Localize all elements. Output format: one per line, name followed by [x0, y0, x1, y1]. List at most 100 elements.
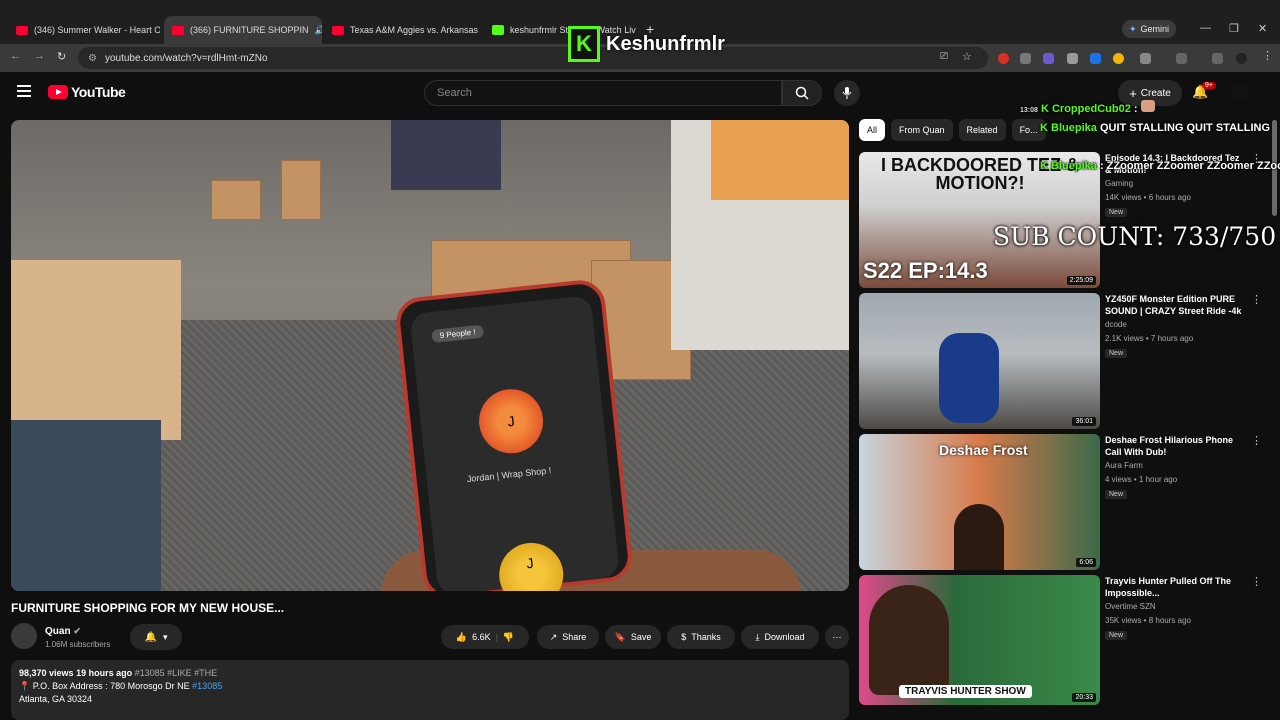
youtube-favicon-icon	[172, 25, 184, 35]
gemini-label: Gemini	[1140, 24, 1170, 34]
new-badge: New	[1105, 349, 1128, 358]
reload-icon[interactable]: ↻	[57, 50, 66, 63]
share-button[interactable]: ↗ Share	[537, 625, 599, 649]
hashtag-link[interactable]: #13085	[192, 681, 222, 691]
browser-tab-active[interactable]: (366) FURNITURE SHOPPIN 🔊 ✕	[164, 16, 322, 44]
like-button[interactable]: 👍 6.6K	[456, 632, 491, 643]
subscription-bell-button[interactable]: 🔔 ▾	[130, 624, 182, 650]
youtube-logo[interactable]: YouTube	[48, 84, 126, 100]
recommendation-item[interactable]: 36:01 YZ450F Monster Edition PURE SOUND …	[859, 293, 1269, 429]
chip-from-channel[interactable]: From Quan	[891, 119, 953, 141]
video-title: FURNITURE SHOPPING FOR MY NEW HOUSE...	[11, 601, 285, 615]
video-player[interactable]: 9 People ! J Jordan | Wrap Shop ! J	[11, 120, 849, 591]
more-options-icon[interactable]: ⋮	[1251, 575, 1262, 588]
recommendation-item[interactable]: Deshae Frost 6:06 Deshae Frost Hilarious…	[859, 434, 1269, 570]
close-window-icon[interactable]: ✕	[1258, 22, 1267, 35]
extension-icon[interactable]	[1113, 53, 1124, 64]
video-description[interactable]: 98,370 views 19 hours ago #13085 #LIKE #…	[11, 660, 849, 720]
download-icon: ⤓	[755, 631, 760, 642]
kick-favicon-icon	[492, 25, 504, 35]
recommendation-title[interactable]: Deshae Frost Hilarious Phone Call With D…	[1105, 434, 1245, 458]
chat-message: K Bluepika : ZZoomer ZZoomer ZZoomer ZZo…	[1040, 160, 1280, 172]
recommendation-channel[interactable]: Gaming	[1105, 179, 1133, 188]
thumbnail-subtext: S22 EP:14.3	[863, 258, 988, 283]
chip-related[interactable]: Related	[958, 119, 1006, 141]
channel-name[interactable]: Quan ✔	[45, 626, 81, 637]
verified-icon: ✔	[73, 626, 81, 636]
video-thumbnail[interactable]: 36:01	[859, 293, 1100, 429]
forward-icon[interactable]: →	[34, 50, 45, 62]
maximize-icon[interactable]: ❐	[1229, 22, 1239, 35]
cast-icon[interactable]: ⎚	[940, 51, 948, 62]
thumbs-down-icon[interactable]: 👎	[503, 632, 514, 643]
gemini-icon: ✦	[1128, 23, 1137, 34]
view-count: 98,370 views	[19, 668, 74, 678]
video-thumbnail[interactable]: TRAYVIS HUNTER SHOW 20:33	[859, 575, 1100, 705]
recommendation-channel[interactable]: Overtime SZN	[1105, 602, 1156, 611]
channel-subscribers: 1.06M subscribers	[45, 640, 111, 649]
recommendation-meta: 14K views • 6 hours ago	[1105, 193, 1191, 202]
extensions-puzzle-icon[interactable]	[1140, 53, 1151, 64]
new-badge: New	[1105, 490, 1128, 499]
recommendation-channel[interactable]: dcode	[1105, 320, 1127, 329]
pin-icon: 📍	[19, 681, 31, 691]
tab-label: Texas A&M Aggies vs. Arkansas	[350, 25, 479, 35]
download-button[interactable]: ⤓ Download	[741, 625, 819, 649]
recommendation-item[interactable]: TRAYVIS HUNTER SHOW 20:33 Trayvis Hunter…	[859, 575, 1269, 705]
recommendation-channel[interactable]: Aura Farm	[1105, 461, 1143, 470]
extension-icon[interactable]	[1043, 53, 1054, 64]
save-button[interactable]: 🔖 Save	[605, 625, 661, 649]
minimize-icon[interactable]: —	[1200, 22, 1211, 34]
hamburger-menu-icon[interactable]	[17, 85, 31, 100]
extension-icon[interactable]	[1020, 53, 1031, 64]
account-avatar[interactable]	[1230, 82, 1250, 102]
extension-icon[interactable]	[1090, 53, 1101, 64]
thanks-button[interactable]: $ Thanks	[667, 625, 735, 649]
video-scene-phone: 9 People ! J Jordan | Wrap Shop ! J	[393, 277, 635, 591]
voice-search-button[interactable]	[834, 80, 860, 106]
upload-age: 19 hours ago	[76, 668, 133, 678]
chat-username: CroppedCub02	[1051, 103, 1131, 115]
extension-icon[interactable]	[1067, 53, 1078, 64]
sidebar-icon[interactable]	[1176, 53, 1187, 64]
recommendation-title[interactable]: YZ450F Monster Edition PURE SOUND | CRAZ…	[1105, 293, 1245, 317]
browser-tab[interactable]: Texas A&M Aggies vs. Arkansas ✕	[324, 18, 482, 42]
speaker-icon[interactable]: 🔊	[315, 25, 322, 36]
video-thumbnail[interactable]: Deshae Frost 6:06	[859, 434, 1100, 570]
share-label: Share	[562, 632, 587, 642]
url-bar[interactable]: ⚙ youtube.com/watch?v=rdlHmt-mZNo	[78, 47, 988, 69]
back-icon[interactable]: ←	[10, 50, 21, 62]
chat-username: Bluepika	[1051, 160, 1097, 172]
gemini-button[interactable]: ✦ Gemini	[1122, 20, 1176, 38]
profile-icon[interactable]	[1236, 53, 1247, 64]
extension-icon[interactable]	[998, 53, 1009, 64]
recommendation-meta: 2.1K views • 7 hours ago	[1105, 334, 1194, 343]
kick-logo-icon: K	[568, 26, 600, 62]
search-button[interactable]	[782, 80, 822, 106]
microphone-icon	[842, 87, 852, 99]
thumbnail-text: TRAYVIS HUNTER SHOW	[899, 685, 1032, 698]
recommendation-title[interactable]: Trayvis Hunter Pulled Off The Impossible…	[1105, 575, 1245, 599]
more-options-icon[interactable]: ⋮	[1251, 293, 1262, 306]
bookmark-star-icon[interactable]: ☆	[962, 50, 972, 63]
channel-avatar[interactable]	[11, 623, 37, 649]
video-thumbnail[interactable]: I BACKDOORED TEZ & MOTION?! S22 EP:14.3 …	[859, 152, 1100, 288]
chip-all[interactable]: All	[859, 119, 886, 141]
downloads-icon[interactable]	[1212, 53, 1223, 64]
site-info-icon[interactable]: ⚙	[88, 53, 97, 64]
more-actions-icon[interactable]: ⋯	[825, 625, 849, 649]
menu-kebab-icon[interactable]: ⋮	[1262, 49, 1273, 62]
create-label: Create	[1140, 87, 1171, 99]
search-input[interactable]: Search	[424, 80, 782, 106]
search-icon	[795, 86, 809, 100]
chat-message: K Bluepika QUIT STALLING QUIT STALLING	[1040, 122, 1270, 134]
video-scene-box	[281, 160, 321, 220]
video-duration: 36:01	[1072, 417, 1096, 426]
recommendation-item[interactable]: I BACKDOORED TEZ & MOTION?! S22 EP:14.3 …	[859, 152, 1269, 288]
kick-badge-icon: K	[1040, 103, 1049, 115]
browser-tab[interactable]: (346) Summer Walker - Heart O ✕	[8, 18, 160, 42]
like-count: 6.6K	[472, 632, 491, 642]
thanks-label: Thanks	[691, 632, 721, 642]
more-options-icon[interactable]: ⋮	[1251, 434, 1262, 447]
kick-badge-icon: K	[1040, 160, 1048, 172]
